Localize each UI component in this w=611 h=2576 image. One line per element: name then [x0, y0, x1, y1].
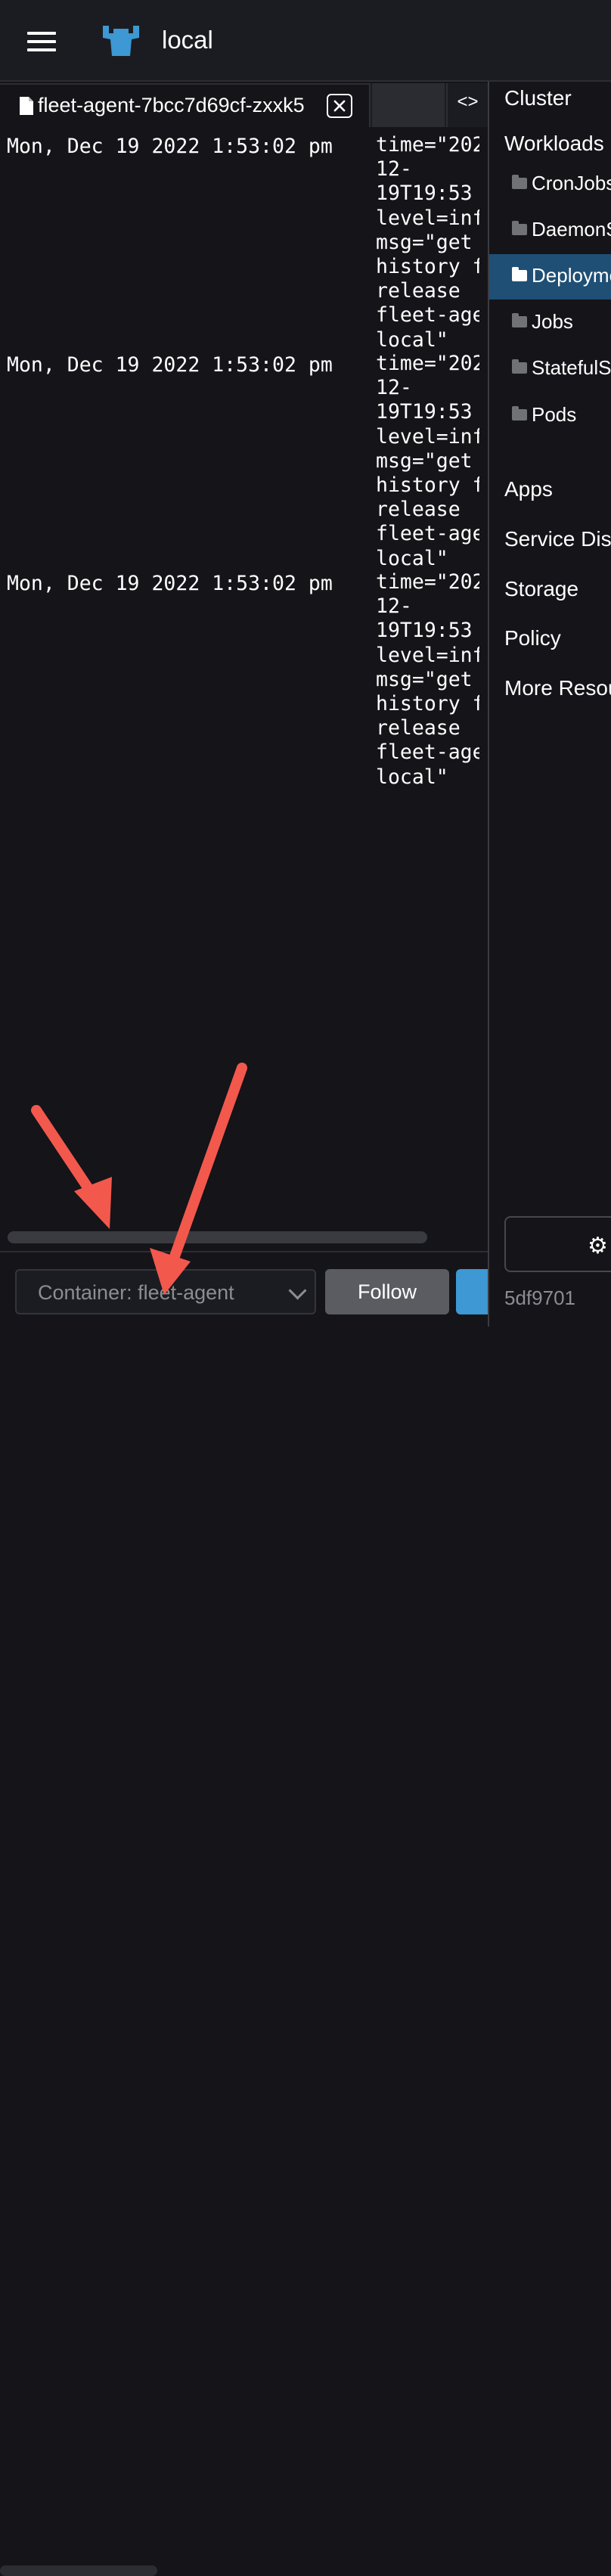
log-message-line: fleet-age [376, 740, 479, 765]
nav-policy[interactable]: Policy [504, 626, 561, 650]
log-message-line: local" [376, 765, 448, 789]
cluster-name[interactable]: local [162, 26, 213, 54]
nav-cluster[interactable]: Cluster [504, 86, 572, 110]
log-message-line: 12- [376, 157, 412, 182]
log-message-line: msg="get [376, 448, 473, 473]
bottom-scrollbar[interactable] [0, 2565, 157, 2576]
log-message-line: time="202 [376, 570, 479, 594]
folder-icon [512, 267, 527, 281]
sidebar-item-deployments[interactable]: Deployments [489, 254, 611, 299]
sidebar-nav: Cluster Workloads CronJobs DaemonSets De… [489, 82, 611, 1327]
folder-icon [512, 406, 527, 421]
tab-label: fleet-agent-7bcc7d69cf-zxxk5 [38, 94, 305, 116]
folder-icon [512, 221, 527, 235]
sidebar-item-statefulsets[interactable]: StatefulSets [489, 346, 611, 392]
log-message: time="202 12- 19T19:53 level=inf msg="get his… [376, 570, 479, 790]
log-message-line: fleet-age [376, 522, 479, 546]
log-message-line: msg="get [376, 230, 473, 254]
log-message-line: 19T19:53 [376, 400, 473, 424]
log-message-line: release [376, 498, 461, 522]
log-message-line: level=inf [376, 206, 479, 230]
log-message-line: release [376, 716, 461, 740]
top-bar: local [0, 0, 611, 82]
log-message-line: level=inf [376, 643, 479, 667]
follow-button[interactable]: Follow [325, 1269, 449, 1314]
gear-icon: ⚙ [588, 1234, 608, 1259]
log-message: time="202 12- 19T19:53 level=inf msg="get his… [376, 352, 479, 571]
sidebar-item-daemonsets[interactable]: DaemonSets [489, 208, 611, 253]
nav-workloads[interactable]: Workloads [504, 132, 604, 156]
log-message-line: msg="get [376, 667, 473, 691]
log-timestamp: Mon, Dec 19 2022 1:53:02 pm [7, 572, 333, 595]
log-message-line: 12- [376, 594, 412, 619]
tab-log[interactable]: fleet-agent-7bcc7d69cf-zxxk5 [0, 83, 371, 127]
log-message: time="202 12- 19T19:53 level=inf msg="get his… [376, 133, 479, 352]
sidebar-item-jobs[interactable]: Jobs [489, 300, 611, 346]
log-message-line: 19T19:53 [376, 619, 473, 643]
nav-storage[interactable]: Storage [504, 577, 578, 601]
action-button[interactable] [456, 1269, 488, 1314]
expand-code-icon[interactable]: <> [446, 83, 488, 127]
log-timestamp: Mon, Dec 19 2022 1:53:02 pm [7, 353, 333, 377]
rancher-logo-icon [103, 26, 139, 56]
nav-more-resources[interactable]: More Resources [504, 676, 611, 700]
log-message-line: fleet-age [376, 303, 479, 327]
version-label: 5df9701 [504, 1286, 575, 1309]
nav-service-discovery[interactable]: Service Discovery [504, 527, 611, 551]
log-message-line: time="202 [376, 133, 479, 157]
nav-apps[interactable]: Apps [504, 477, 553, 501]
log-message-line: history f [376, 692, 479, 716]
chevron-down-icon [288, 1281, 307, 1300]
close-icon[interactable] [327, 94, 352, 118]
log-message-line: history f [376, 473, 479, 498]
sidebar-item-pods[interactable]: Pods [489, 393, 611, 439]
log-message-line: time="202 [376, 352, 479, 375]
log-timestamp: Mon, Dec 19 2022 1:53:02 pm [7, 135, 333, 158]
log-footer: Container: fleet-agent Follow [0, 1251, 488, 2576]
log-message-line: history f [376, 255, 479, 279]
horizontal-scrollbar[interactable] [8, 1231, 427, 1243]
preferences-button[interactable]: ⚙ [504, 1216, 611, 1272]
log-viewer[interactable]: Mon, Dec 19 2022 1:53:02 pm time="202 12- 1… [0, 127, 488, 1246]
tab-bar: fleet-agent-7bcc7d69cf-zxxk5 <> [0, 83, 488, 127]
log-message-line: local" [376, 546, 448, 570]
file-icon [20, 97, 33, 115]
log-message-line: 19T19:53 [376, 182, 473, 206]
log-message-line: 12- [376, 376, 412, 400]
folder-icon [512, 313, 527, 327]
folder-icon [512, 175, 527, 189]
tab-empty-slot [372, 83, 445, 127]
log-message-line: level=inf [376, 424, 479, 448]
folder-icon [512, 359, 527, 374]
sidebar-item-cronjobs[interactable]: CronJobs [489, 162, 611, 207]
log-message-line: release [376, 279, 461, 303]
menu-icon[interactable] [27, 32, 56, 51]
container-select[interactable]: Container: fleet-agent [15, 1269, 316, 1314]
log-message-line: local" [376, 327, 448, 352]
